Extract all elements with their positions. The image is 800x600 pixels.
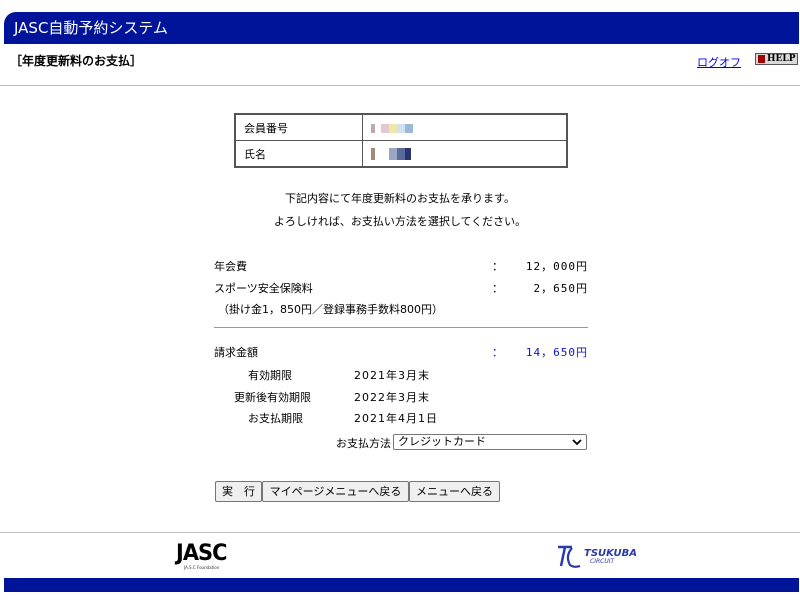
page-title: ［年度更新料のお支払］ (10, 54, 143, 68)
tsukuba-circuit-logo: TSUKUBA CIRCUIT (556, 544, 648, 570)
chevron-down-icon (572, 435, 582, 454)
payment-method-selected: クレジットカード (398, 435, 486, 448)
annual-fee-value: 12，000円 (525, 260, 588, 273)
instruction-text-1: 下記内容にて年度更新料のお支払を承ります。 (285, 192, 515, 205)
member-name-label: 氏名 (234, 140, 363, 168)
menu-button[interactable]: メニューへ戻る (409, 481, 500, 502)
mypage-menu-button[interactable]: マイページメニューへ戻る (262, 481, 409, 502)
footer-bar (4, 578, 799, 592)
execute-button[interactable]: 実 行 (215, 481, 262, 502)
member-number-value (362, 113, 568, 141)
fee-divider (214, 327, 588, 328)
help-icon (758, 55, 765, 63)
instruction-text-2: よろしければ、お支払い方法を選択してください。 (273, 215, 527, 228)
payment-deadline-label: お支払期限 (248, 412, 303, 425)
insurance-fee-note: （掛け金1，850円／登録事務手数料800円） (218, 303, 443, 316)
expiry-label: 有効期限 (248, 369, 292, 382)
total-value: 14，650円 (525, 346, 588, 359)
footer-divider (0, 532, 800, 533)
app-title: JASC自動予約システム (14, 19, 168, 37)
table-row: 会員番号 (234, 113, 568, 141)
help-label: HELP (767, 54, 796, 64)
redacted-value (371, 147, 411, 160)
annual-fee-label: 年会費 (214, 260, 247, 273)
new-expiry-value: 2022年3月末 (354, 391, 430, 404)
header-divider (0, 85, 800, 86)
insurance-fee-label: スポーツ安全保険料 (214, 282, 313, 295)
logoff-link[interactable]: ログオフ (697, 54, 741, 70)
member-name-value (362, 140, 568, 168)
insurance-fee-value: 2，650円 (533, 282, 588, 295)
redacted-value (371, 121, 413, 134)
member-info-table: 会員番号 氏名 (234, 113, 568, 168)
table-row: 氏名 (234, 140, 568, 168)
jasc-logo: JASC JA.S.C Foundation (176, 541, 227, 571)
expiry-value: 2021年3月末 (354, 369, 430, 382)
payment-deadline-value: 2021年4月1日 (354, 412, 438, 425)
payment-method-label: お支払方法 (336, 437, 391, 450)
new-expiry-label: 更新後有効期限 (234, 391, 311, 404)
payment-method-select[interactable]: クレジットカード (393, 434, 587, 450)
total-label: 請求金額 (214, 346, 258, 359)
help-button[interactable]: HELP (755, 53, 798, 65)
member-number-label: 会員番号 (234, 113, 363, 141)
